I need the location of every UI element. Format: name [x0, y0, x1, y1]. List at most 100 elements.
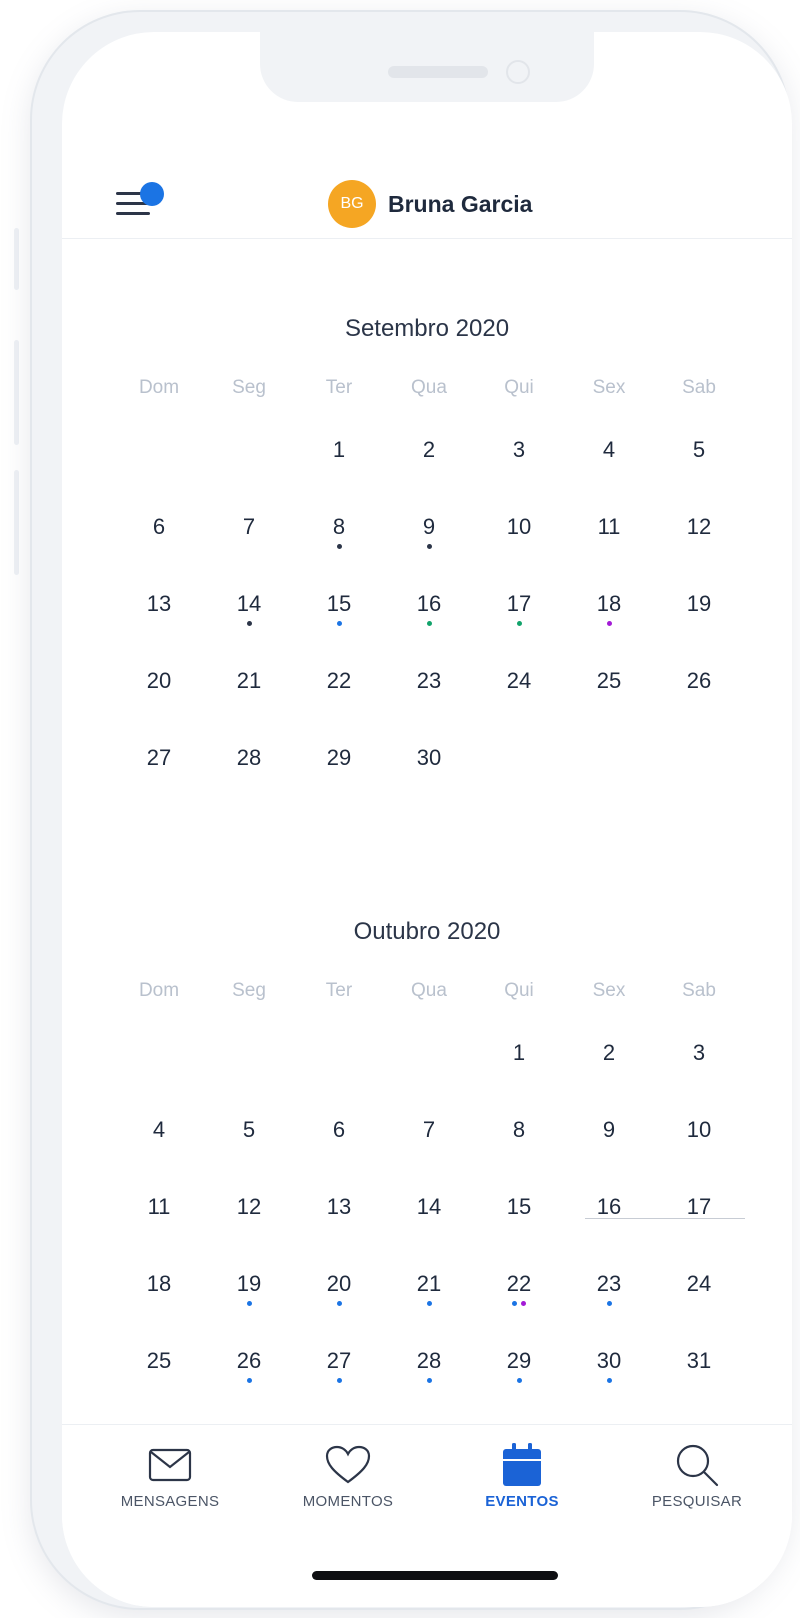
- calendar-day[interactable]: 12: [654, 512, 744, 570]
- calendar-day[interactable]: 11: [564, 512, 654, 570]
- event-indicator: [564, 1301, 654, 1306]
- calendar-day[interactable]: 15: [294, 589, 384, 647]
- calendar-day[interactable]: 3: [474, 435, 564, 493]
- calendar-day[interactable]: 27: [294, 1346, 384, 1404]
- weekday-header: Dom Seg Ter Qua Qui Sex Sab: [114, 377, 744, 399]
- day-number: 7: [242, 514, 256, 539]
- calendar-day[interactable]: 25: [564, 666, 654, 724]
- calendar-day[interactable]: 2: [384, 435, 474, 493]
- calendar-day[interactable]: 7: [384, 1115, 474, 1173]
- calendar-day[interactable]: 11: [114, 1192, 204, 1250]
- calendar-day[interactable]: 3: [654, 1038, 744, 1096]
- calendar-day[interactable]: 24: [474, 666, 564, 724]
- calendar-day[interactable]: 6: [294, 1115, 384, 1173]
- calendar-day[interactable]: 6: [114, 512, 204, 570]
- week-row: 18 19 20 21 22 23 24: [114, 1269, 744, 1327]
- tab-eventos[interactable]: EVENTOS: [452, 1443, 592, 1510]
- calendar-day[interactable]: 8: [294, 512, 384, 570]
- calendar-day[interactable]: 17: [474, 589, 564, 647]
- calendar-day[interactable]: 9: [564, 1115, 654, 1173]
- day-number: 16: [416, 591, 442, 616]
- calendar-day[interactable]: 23: [384, 666, 474, 724]
- day-number: 27: [146, 745, 172, 770]
- calendar-day[interactable]: 1: [294, 435, 384, 493]
- calendar-day[interactable]: 19: [204, 1269, 294, 1327]
- calendar-day[interactable]: 16: [384, 589, 474, 647]
- calendar-day[interactable]: 21: [204, 666, 294, 724]
- calendar-day[interactable]: 24: [654, 1269, 744, 1327]
- home-indicator[interactable]: [312, 1571, 558, 1580]
- weekday-label: Dom: [138, 377, 180, 398]
- calendar-day[interactable]: 17: [654, 1192, 744, 1250]
- calendar-day[interactable]: 31: [654, 1346, 744, 1404]
- user-profile[interactable]: BG Bruna Garcia: [328, 180, 532, 228]
- calendar-day[interactable]: 23: [564, 1269, 654, 1327]
- hamburger-menu-icon[interactable]: [116, 182, 170, 224]
- calendar-day[interactable]: 14: [384, 1192, 474, 1250]
- weekday-label: Qua: [411, 980, 447, 1001]
- calendar-day[interactable]: 2: [564, 1038, 654, 1096]
- day-number: 18: [146, 1271, 172, 1296]
- day-number: 21: [416, 1271, 442, 1296]
- phone-frame: BG Bruna Garcia Setembro 2020 Dom Seg Ter Qu…: [30, 10, 792, 1610]
- calendar-day[interactable]: 20: [294, 1269, 384, 1327]
- day-number: 5: [242, 1117, 256, 1142]
- calendar-day[interactable]: 10: [474, 512, 564, 570]
- calendar-day[interactable]: 29: [294, 743, 384, 801]
- event-dot: [606, 1378, 612, 1383]
- calendar-day[interactable]: 27: [114, 743, 204, 801]
- day-number: 10: [686, 1117, 712, 1142]
- calendar-day[interactable]: 21: [384, 1269, 474, 1327]
- calendar-day[interactable]: 28: [384, 1346, 474, 1404]
- day-number: 23: [416, 668, 442, 693]
- calendar-day[interactable]: 13: [294, 1192, 384, 1250]
- tab-momentos[interactable]: MOMENTOS: [278, 1443, 418, 1510]
- calendar-day[interactable]: 18: [114, 1269, 204, 1327]
- calendar-day[interactable]: 5: [654, 435, 744, 493]
- calendar-day[interactable]: 26: [204, 1346, 294, 1404]
- calendar-day[interactable]: 18: [564, 589, 654, 647]
- calendar-day[interactable]: 30: [384, 743, 474, 801]
- calendar-day[interactable]: 30: [564, 1346, 654, 1404]
- weekday-label: Ter: [325, 980, 353, 1001]
- week-row: 4 5 6 7 8 9 10: [114, 1115, 744, 1173]
- calendar-day[interactable]: 13: [114, 589, 204, 647]
- tab-mensagens[interactable]: MENSAGENS: [100, 1443, 240, 1510]
- calendar-day[interactable]: 7: [204, 512, 294, 570]
- empty-day: [114, 1038, 204, 1096]
- calendar-day[interactable]: 15: [474, 1192, 564, 1250]
- calendar-day[interactable]: 1: [474, 1038, 564, 1096]
- calendar-day[interactable]: 20: [114, 666, 204, 724]
- tab-label: EVENTOS: [485, 1493, 559, 1510]
- calendar-day[interactable]: 28: [204, 743, 294, 801]
- calendar-day[interactable]: 25: [114, 1346, 204, 1404]
- calendar-day[interactable]: 4: [114, 1115, 204, 1173]
- phone-side-button: [14, 470, 19, 575]
- day-number: 14: [236, 591, 262, 616]
- calendar-day[interactable]: 8: [474, 1115, 564, 1173]
- day-number: 1: [332, 437, 346, 462]
- day-number: 27: [326, 1348, 352, 1373]
- day-number: 26: [686, 668, 712, 693]
- tab-pesquisar[interactable]: PESQUISAR: [627, 1443, 767, 1510]
- calendar-day[interactable]: 19: [654, 589, 744, 647]
- event-dot: [246, 1301, 252, 1306]
- weekday-label: Sex: [592, 377, 626, 398]
- calendar-day[interactable]: 12: [204, 1192, 294, 1250]
- calendar-day[interactable]: 5: [204, 1115, 294, 1173]
- calendar-day[interactable]: 22: [294, 666, 384, 724]
- calendar-day[interactable]: 14: [204, 589, 294, 647]
- week-row: 20 21 22 23 24 25 26: [114, 666, 744, 724]
- calendar-day[interactable]: 10: [654, 1115, 744, 1173]
- calendar-day[interactable]: 29: [474, 1346, 564, 1404]
- day-number: 29: [326, 745, 352, 770]
- calendar-day[interactable]: 26: [654, 666, 744, 724]
- day-number: 22: [506, 1271, 532, 1296]
- calendar-day[interactable]: 4: [564, 435, 654, 493]
- phone-side-button: [14, 340, 19, 445]
- calendar-day[interactable]: 22: [474, 1269, 564, 1327]
- day-number: 24: [506, 668, 532, 693]
- calendar-day[interactable]: 16: [564, 1192, 654, 1250]
- event-indicator: [294, 544, 384, 549]
- calendar-day[interactable]: 9: [384, 512, 474, 570]
